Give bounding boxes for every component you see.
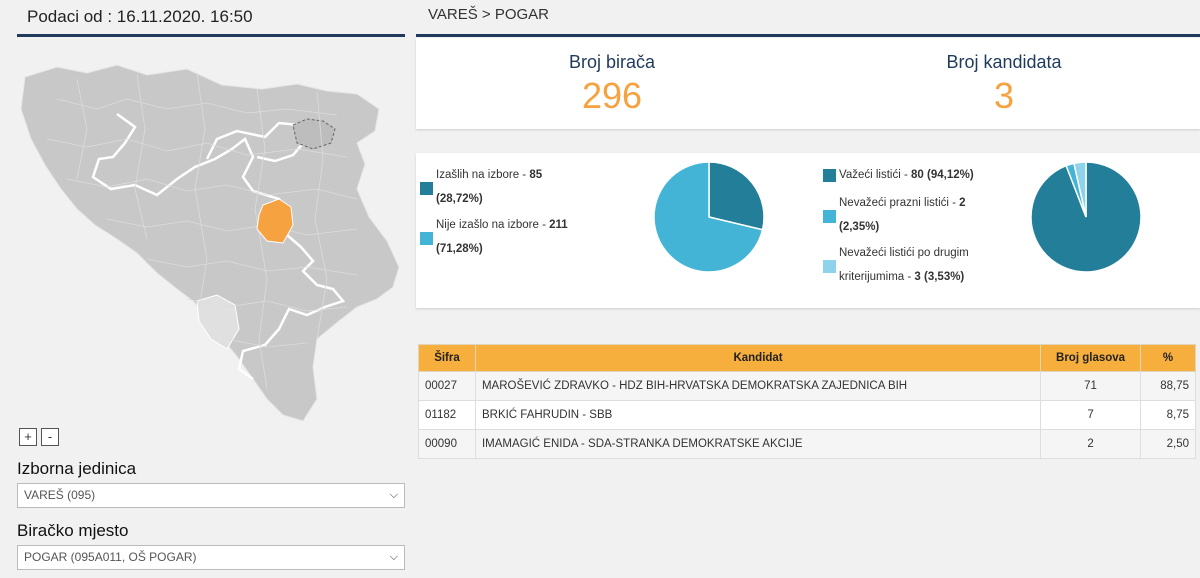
legend-swatch xyxy=(420,182,433,195)
cell-candidate: MAROŠEVIĆ ZDRAVKO - HDZ BIH-HRVATSKA DEM… xyxy=(474,371,1042,401)
legend-label: Nevažeći prazni listići - xyxy=(839,197,960,209)
cell-pct: 2,50 xyxy=(1140,429,1196,459)
legend-pct: (94,12%) xyxy=(927,169,974,181)
table-row[interactable]: 00090 IMAMAGIĆ ENIDA - SDA-STRANKA DEMOK… xyxy=(418,429,1196,459)
stats-card: Broj birača 296 Broj kandidata 3 xyxy=(416,38,1200,129)
ballots-legend: Važeći listići - 80 (94,12%) Nevažeći pr… xyxy=(823,163,1023,289)
unit-select-value: VAREŠ (095) xyxy=(24,488,96,502)
col-candidate-header[interactable]: Kandidat xyxy=(474,344,1042,372)
unit-label: Izborna jedinica xyxy=(17,459,137,478)
legend-swatch xyxy=(823,169,836,182)
filters: Izborna jedinica VAREŠ (095) ⌵ Biračko m… xyxy=(17,453,405,570)
legend-label: Nije izašlo na izbore - xyxy=(436,219,550,231)
station-select[interactable]: POGAR (095A011, OŠ POGAR) ⌵ xyxy=(17,545,405,570)
right-panel: VAREŠ > POGAR Broj birača 296 Broj kandi… xyxy=(416,0,1200,459)
charts-card: Izašlih na izbore - 85 (28,72%) Nije iza… xyxy=(416,153,1200,308)
voters-label: Broj birača xyxy=(568,52,656,72)
map-zoom-controls: + - xyxy=(19,428,59,446)
turnout-legend: Izašlih na izbore - 85 (28,72%) Nije iza… xyxy=(420,163,600,261)
cell-votes: 71 xyxy=(1040,371,1141,401)
legend-value: 3 xyxy=(914,271,921,283)
table-header-row: Šifra Kandidat Broj glasova % xyxy=(418,344,1196,372)
candidates-stat: Broj kandidata 3 xyxy=(808,38,1200,129)
col-code-header[interactable]: Šifra xyxy=(418,344,476,372)
turnout-pie xyxy=(653,161,765,273)
cell-candidate: IMAMAGIĆ ENIDA - SDA-STRANKA DEMOKRATSKE… xyxy=(474,429,1042,459)
legend-item-blank: Nevažeći prazni listići - 2 (2,35%) xyxy=(823,191,1023,239)
cell-code: 01182 xyxy=(418,400,476,430)
legend-pct: (2,35%) xyxy=(839,221,880,233)
legend-pct: (28,72%) xyxy=(436,193,483,205)
zoom-in-button[interactable]: + xyxy=(19,428,37,446)
col-votes-header[interactable]: Broj glasova xyxy=(1040,344,1141,372)
legend-pct: (3,53%) xyxy=(924,271,965,283)
legend-swatch xyxy=(420,232,433,245)
cell-code: 00090 xyxy=(418,429,476,459)
legend-value: 211 xyxy=(549,219,568,231)
table-row[interactable]: 00027 MAROŠEVIĆ ZDRAVKO - HDZ BIH-HRVATS… xyxy=(418,371,1196,401)
chevron-down-icon: ⌵ xyxy=(389,489,398,501)
chevron-down-icon: ⌵ xyxy=(389,551,398,563)
legend-label: Izašlih na izbore - xyxy=(436,169,530,181)
map[interactable] xyxy=(17,39,405,427)
legend-value: 85 xyxy=(529,169,543,181)
ballots-pie xyxy=(1030,161,1142,273)
station-select-value: POGAR (095A011, OŠ POGAR) xyxy=(24,550,197,564)
station-label: Biračko mjesto xyxy=(17,521,129,540)
results-table: Šifra Kandidat Broj glasova % 00027 MARO… xyxy=(418,344,1196,459)
country-shape xyxy=(20,64,400,422)
bih-map[interactable] xyxy=(17,39,405,427)
voters-value: 296 xyxy=(581,75,643,116)
cell-candidate: BRKIĆ FAHRUDIN - SBB xyxy=(474,400,1042,430)
data-timestamp: Podaci od : 16.11.2020. 16:50 xyxy=(17,0,405,37)
cell-votes: 7 xyxy=(1040,400,1141,430)
candidates-value: 3 xyxy=(993,75,1015,116)
legend-label: Važeći listići - xyxy=(839,169,911,181)
legend-swatch xyxy=(823,210,836,223)
left-panel: Podaci od : 16.11.2020. 16:50 + - Izborn… xyxy=(17,0,405,570)
cell-pct: 88,75 xyxy=(1140,371,1196,401)
legend-item-no-turnout: Nije izašlo na izbore - 211 (71,28%) xyxy=(420,213,600,261)
legend-item-other-invalid: Nevažeći listići po drugim kriterijumima… xyxy=(823,241,1023,289)
legend-value: 2 xyxy=(959,197,966,209)
legend-item-turnout: Izašlih na izbore - 85 (28,72%) xyxy=(420,163,600,211)
col-pct-header[interactable]: % xyxy=(1140,344,1196,372)
legend-swatch xyxy=(823,260,836,273)
legend-value: 80 xyxy=(911,169,924,181)
unit-select[interactable]: VAREŠ (095) ⌵ xyxy=(17,483,405,508)
table-row[interactable]: 01182 BRKIĆ FAHRUDIN - SBB 7 8,75 xyxy=(418,400,1196,430)
legend-pct: (71,28%) xyxy=(436,243,483,255)
candidates-label: Broj kandidata xyxy=(946,52,1062,72)
breadcrumb: VAREŠ > POGAR xyxy=(416,0,1200,37)
legend-item-valid: Važeći listići - 80 (94,12%) xyxy=(823,163,1023,187)
cell-votes: 2 xyxy=(1040,429,1141,459)
cell-pct: 8,75 xyxy=(1140,400,1196,430)
voters-stat: Broj birača 296 xyxy=(416,38,808,129)
zoom-out-button[interactable]: - xyxy=(41,428,59,446)
cell-code: 00027 xyxy=(418,371,476,401)
